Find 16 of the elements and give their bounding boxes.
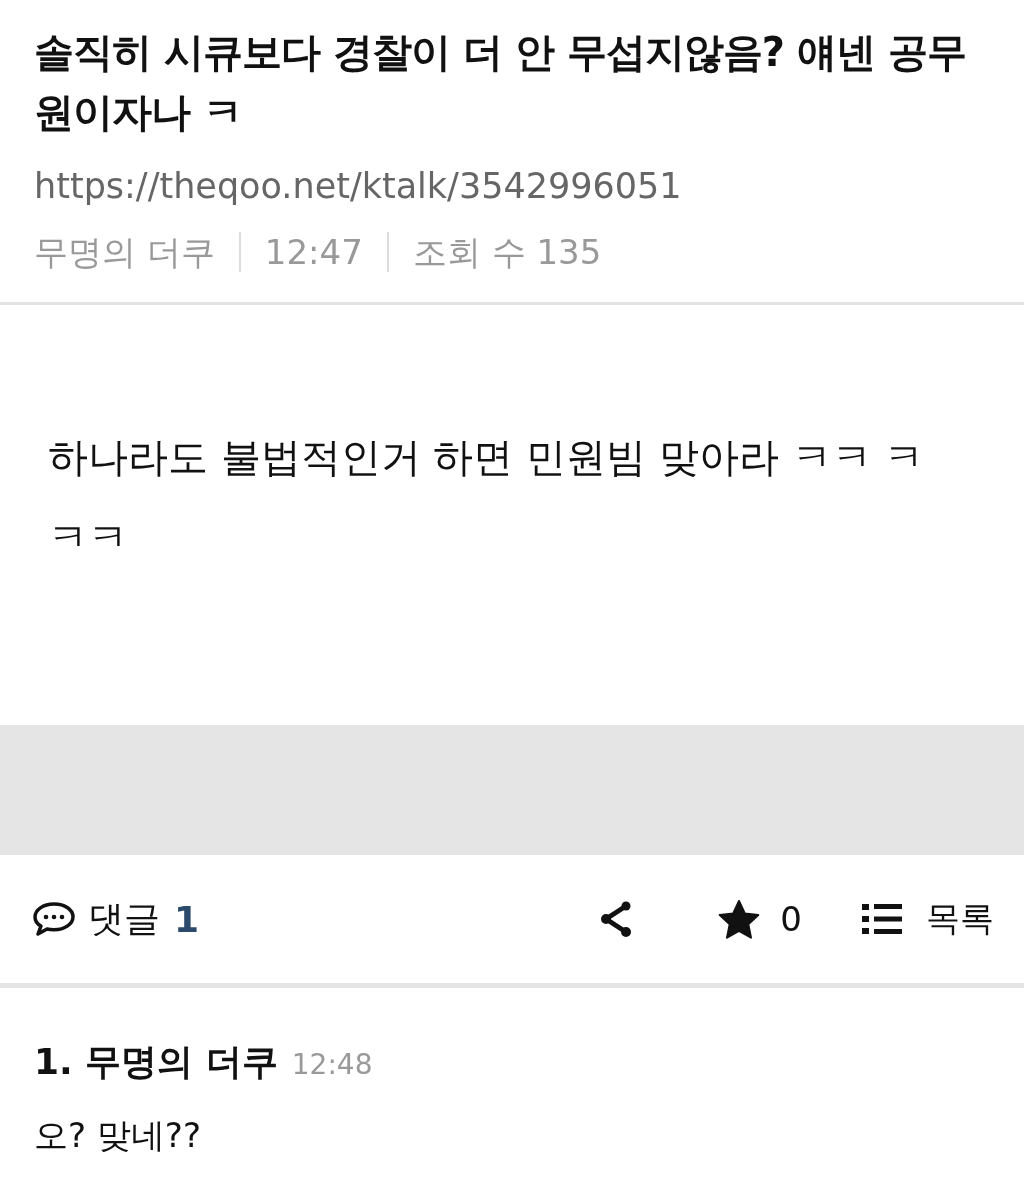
post-time: 12:47 — [264, 231, 363, 274]
comment-label[interactable]: 댓글 — [88, 894, 160, 944]
post-url[interactable]: https://theqoo.net/ktalk/3542996051 — [34, 162, 990, 210]
comment-text: 오? 맞네?? — [34, 1114, 202, 1157]
post-body: 하나라도 불법적인거 하면 민원빔 맞아라 ㅋㅋ ㅋㅋㅋ — [48, 433, 926, 562]
view-count: 조회 수 135 — [412, 231, 602, 274]
comment-time: 12:48 — [291, 1048, 373, 1081]
speech-bubble-icon[interactable] — [32, 901, 76, 937]
star-icon[interactable] — [718, 899, 761, 939]
author-name: 무명의 더쿠 — [34, 231, 215, 274]
star-count: 0 — [780, 899, 802, 939]
list-icon[interactable] — [862, 903, 902, 935]
comment-author: 1. 무명의 더쿠 — [34, 1040, 278, 1084]
comment-count: 1 — [174, 898, 200, 940]
post-title: 솔직히 시큐보다 경찰이 더 안 무섭지않음? 얘넨 공무원이자나 ㅋ — [34, 28, 967, 137]
list-link[interactable]: 목록 — [926, 896, 994, 942]
